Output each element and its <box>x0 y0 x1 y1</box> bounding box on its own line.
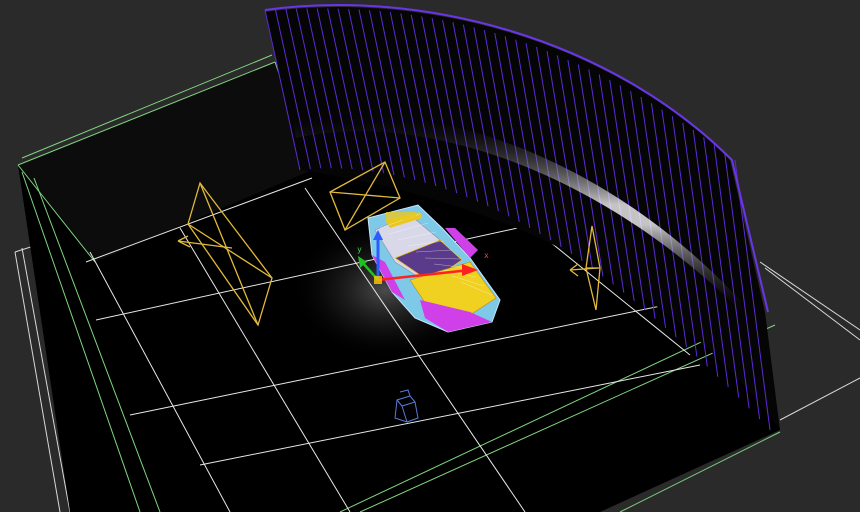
gizmo-x-label: x <box>484 251 489 260</box>
3d-viewport[interactable]: x y <box>0 0 860 512</box>
scene-canvas[interactable]: x y <box>0 0 860 512</box>
gizmo-y-label: y <box>357 245 362 254</box>
